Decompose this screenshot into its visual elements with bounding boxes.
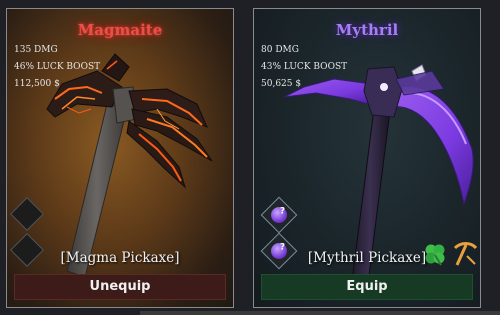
gem-mark: ? (279, 206, 286, 217)
luck-boost-stat: 43% LUCK BOOST (261, 62, 348, 72)
equip-button[interactable]: Equip (261, 274, 473, 300)
damage-stat: 135 DMG (14, 45, 58, 55)
item-name: [Magma Pickaxe] (60, 250, 180, 266)
scrollbar-track[interactable] (140, 311, 500, 315)
four-leaf-clover-icon (425, 244, 445, 266)
luck-boost-stat: 46% LUCK BOOST (14, 62, 101, 72)
unequip-button[interactable]: Unequip (14, 274, 226, 300)
pickaxe-icon (453, 242, 478, 266)
item-card-magmaite[interactable]: Magmaite 135 DMG 46% LUCK BOOST 112,500 … (6, 8, 234, 308)
stats-list: 80 DMG 43% LUCK BOOST 50,625 $ (261, 42, 347, 93)
price-stat: 50,625 $ (261, 79, 302, 89)
card-title: Mythril (335, 21, 399, 39)
price-stat: 112,500 $ (14, 79, 60, 89)
damage-stat: 80 DMG (261, 45, 299, 55)
stats-list: 135 DMG 46% LUCK BOOST 112,500 $ (14, 42, 100, 93)
item-card-mythril[interactable]: Mythril 80 DMG 43% LUCK BOOST 50,625 $ ?… (253, 8, 481, 308)
card-title: Magmaite (77, 21, 163, 39)
